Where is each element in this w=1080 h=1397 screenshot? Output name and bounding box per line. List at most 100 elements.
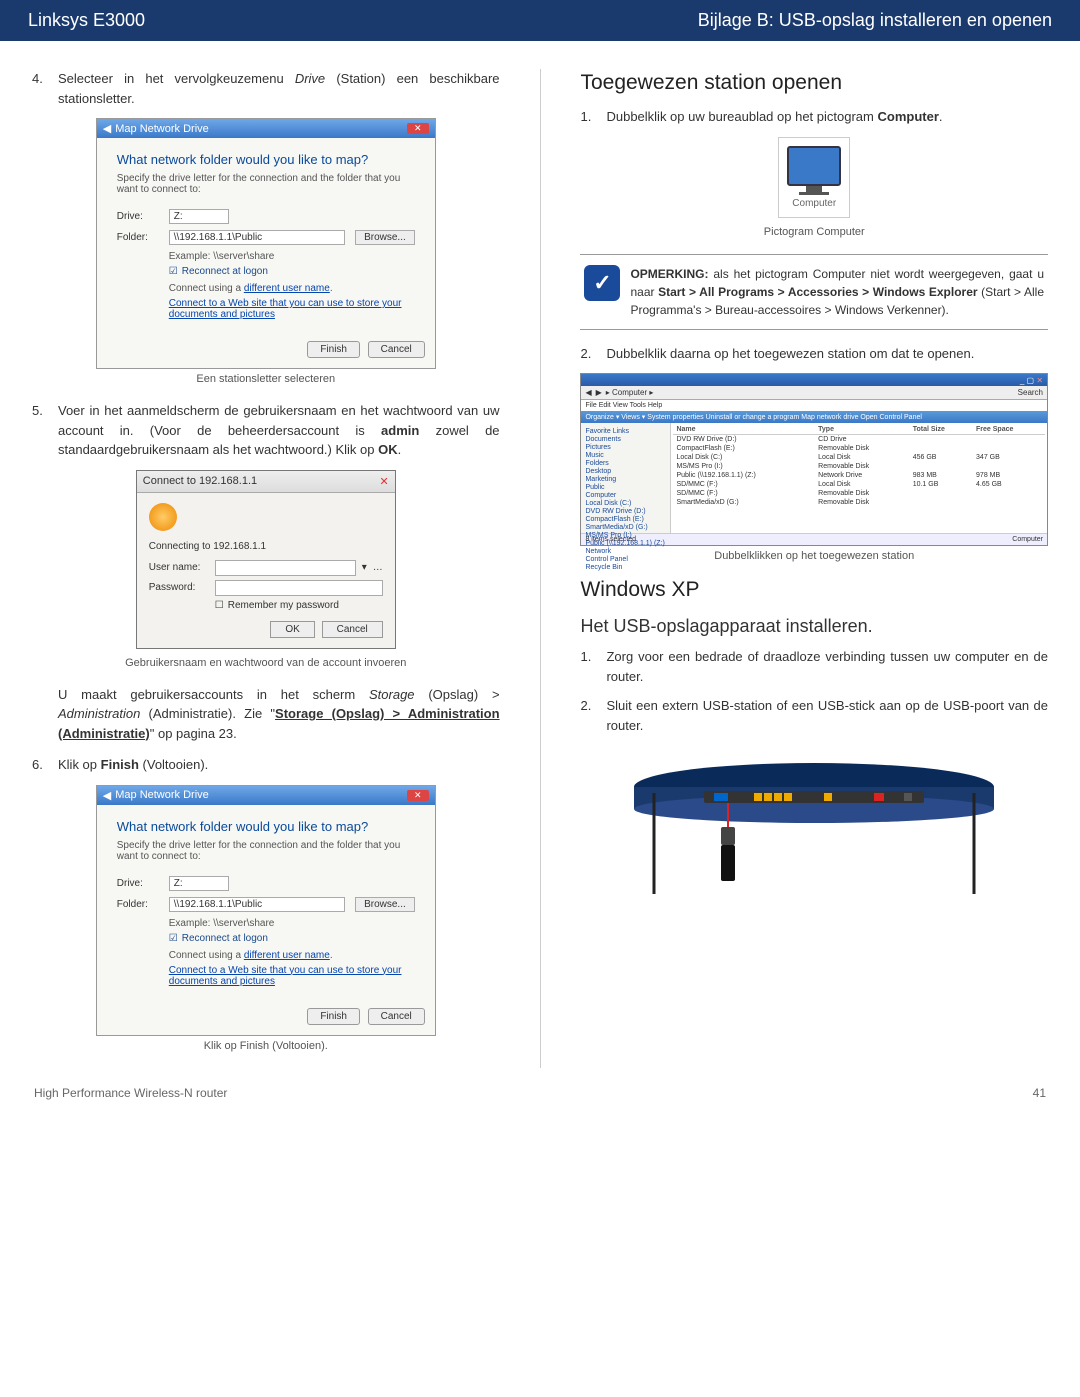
folder-input[interactable]: \\192.168.1.1\Public (169, 897, 345, 912)
dialog-body: What network folder would you like to ma… (97, 805, 435, 1001)
rstep-2: 2. Dubbelklik daarna op het toegewezen s… (580, 344, 1048, 364)
min-icon[interactable]: _ (1020, 376, 1024, 385)
sidebar[interactable]: Favorite LinksDocumentsPicturesMusicFold… (581, 423, 671, 533)
product-name: Linksys E3000 (28, 10, 145, 31)
step-number: 2. (580, 344, 606, 364)
nav-fwd-icon[interactable]: ▶ (596, 388, 602, 397)
explorer-window: _ ▢ ✕ ◀▶▸ Computer ▸Search File Edit Vie… (580, 373, 1048, 546)
step-number: 6. (32, 755, 58, 775)
dialog-subtext: Specify the drive letter for the connect… (117, 840, 415, 862)
example-text: Example: \\server\share (169, 251, 415, 262)
different-user-link[interactable]: different user name (244, 283, 330, 294)
dialog-body: What network folder would you like to ma… (97, 138, 435, 334)
drive-combo[interactable]: Z: (169, 209, 229, 224)
drive-combo[interactable]: Z: (169, 876, 229, 891)
caption-3: Klik op Finish (Voltooien). (32, 1040, 500, 1052)
page-number: 41 (1033, 1086, 1046, 1100)
section-heading: Toegewezen station openen (580, 71, 1048, 95)
close-icon[interactable]: ✕ (407, 790, 429, 801)
password-input[interactable] (215, 580, 383, 596)
note-box: ✓ OPMERKING: als het pictogram Computer … (580, 254, 1048, 330)
login-title-text: Connect to 192.168.1.1 (143, 475, 257, 487)
caption-2: Gebruikersnaam en wachtwoord van de acco… (32, 657, 500, 669)
left-column: 4. Selecteer in het vervolgkeuzemenu Dri… (32, 69, 500, 1068)
map-drive-dialog-2: ◀ Map Network Drive ✕ What network folde… (96, 785, 436, 1036)
subsection-heading: Het USB-opslagapparaat installeren. (580, 616, 1048, 637)
step-5: 5. Voer in het aanmeldscherm de gebruike… (32, 401, 500, 460)
section-heading-xp: Windows XP (580, 578, 1048, 602)
password-row: Password: (149, 580, 383, 596)
login-body: Connecting to 192.168.1.1 User name: ▾ …… (137, 493, 395, 648)
finish-button[interactable]: Finish (307, 341, 360, 358)
step-6: 6. Klik op Finish (Voltooien). (32, 755, 500, 775)
username-input[interactable] (215, 560, 356, 576)
step-text: Voer in het aanmeldscherm de gebruikersn… (58, 401, 500, 460)
diff-user: Connect using a different user name. (169, 283, 415, 294)
connecting-text: Connecting to 192.168.1.1 (149, 541, 383, 552)
step-number: 5. (32, 401, 58, 460)
xp-step-2: 2. Sluit een extern USB-station of een U… (580, 696, 1048, 735)
menu-bar[interactable]: File Edit View Tools Help (581, 400, 1047, 411)
dialog-titlebar: ◀ Map Network Drive ✕ (97, 786, 435, 805)
back-icon[interactable]: ◀ (103, 789, 111, 802)
cancel-button[interactable]: Cancel (322, 621, 383, 638)
column-divider (540, 69, 541, 1068)
dialog-titlebar: ◀ Map Network Drive ✕ (97, 119, 435, 138)
login-header (149, 503, 383, 531)
close-icon[interactable]: ✕ (1036, 376, 1043, 385)
cancel-button[interactable]: Cancel (368, 341, 425, 358)
computer-icon-label: Computer (787, 198, 841, 209)
dropdown-icon[interactable]: ▾ (362, 562, 367, 573)
finish-button[interactable]: Finish (307, 1008, 360, 1025)
folder-row: Folder: \\192.168.1.1\Public Browse... (117, 230, 415, 245)
username-row: User name: ▾ … (149, 560, 383, 576)
reconnect-check[interactable]: ☑Reconnect at logon (169, 933, 415, 944)
website-link[interactable]: Connect to a Web site that you can use t… (169, 965, 415, 987)
back-icon[interactable]: ◀ (103, 122, 111, 135)
computer-icon-figure: Computer (580, 137, 1048, 218)
caption-1: Een stationsletter selecteren (32, 373, 500, 385)
ok-button[interactable]: OK (270, 621, 314, 638)
close-icon[interactable]: ✕ (380, 475, 389, 488)
rstep-1: 1. Dubbelklik op uw bureaublad op het pi… (580, 107, 1048, 127)
different-user-link[interactable]: different user name (244, 950, 330, 961)
step-4: 4. Selecteer in het vervolgkeuzemenu Dri… (32, 69, 500, 108)
username-label: User name: (149, 562, 209, 573)
dialog-title: Map Network Drive (115, 789, 209, 801)
dialog-question: What network folder would you like to ma… (117, 819, 415, 834)
login-dialog: Connect to 192.168.1.1 ✕ Connecting to 1… (136, 470, 396, 649)
step-text: Klik op Finish (Voltooien). (58, 755, 500, 775)
page-content: 4. Selecteer in het vervolgkeuzemenu Dri… (0, 41, 1080, 1078)
cancel-button[interactable]: Cancel (368, 1008, 425, 1025)
close-icon[interactable]: ✕ (407, 123, 429, 134)
website-link[interactable]: Connect to a Web site that you can use t… (169, 298, 415, 320)
folder-input[interactable]: \\192.168.1.1\Public (169, 230, 345, 245)
address-bar[interactable]: ◀▶▸ Computer ▸Search (581, 386, 1047, 400)
drive-row: Drive: Z: (117, 209, 415, 224)
password-label: Password: (149, 582, 209, 593)
step-text: Dubbelklik daarna op het toegewezen stat… (606, 344, 1048, 364)
dialog-question: What network folder would you like to ma… (117, 152, 415, 167)
nav-back-icon[interactable]: ◀ (585, 388, 591, 397)
login-buttons: OK Cancel (149, 621, 383, 638)
more-icon[interactable]: … (373, 562, 383, 573)
computer-icon[interactable]: Computer (778, 137, 850, 218)
remember-check[interactable]: ☐Remember my password (215, 600, 383, 611)
appendix-title: Bijlage B: USB-opslag installeren en ope… (698, 10, 1052, 31)
window-controls: _ ▢ ✕ (581, 374, 1047, 386)
browse-button[interactable]: Browse... (355, 897, 415, 912)
toolbar[interactable]: Organize ▾ Views ▾ System properties Uni… (581, 411, 1047, 423)
file-list[interactable]: NameTypeTotal SizeFree Space DVD RW Driv… (671, 423, 1047, 533)
map-drive-dialog-1: ◀ Map Network Drive ✕ What network folde… (96, 118, 436, 369)
dialog-title: Map Network Drive (115, 123, 209, 135)
reconnect-check[interactable]: ☑Reconnect at logon (169, 266, 415, 277)
step-text: Selecteer in het vervolgkeuzemenu Drive … (58, 69, 500, 108)
login-titlebar: Connect to 192.168.1.1 ✕ (137, 471, 395, 493)
monitor-icon (787, 146, 841, 186)
page-footer: High Performance Wireless-N router 41 (0, 1078, 1080, 1126)
browse-button[interactable]: Browse... (355, 230, 415, 245)
checkmark-icon: ✓ (584, 265, 620, 301)
max-icon[interactable]: ▢ (1027, 376, 1035, 385)
right-column: Toegewezen station openen 1. Dubbelklik … (580, 69, 1048, 1068)
dialog-buttons: Finish Cancel (97, 334, 435, 368)
